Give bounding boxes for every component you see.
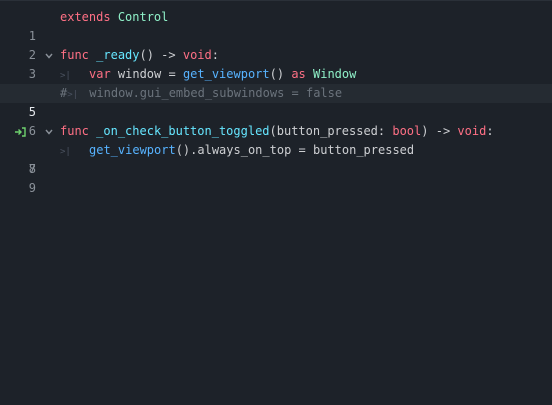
code-text[interactable]: #>| window.gui_embed_subwindows = false bbox=[60, 84, 342, 105]
identifier-token: window = bbox=[110, 67, 183, 81]
code-text[interactable]: extends Control bbox=[60, 8, 168, 27]
code-line[interactable]: 1 extends Control bbox=[0, 8, 552, 43]
keyword-token: func bbox=[60, 124, 89, 138]
keyword-token: as bbox=[284, 67, 313, 81]
colon-token: : bbox=[486, 124, 494, 138]
code-text[interactable]: >| var window = get_viewport() as Window bbox=[60, 65, 356, 86]
fold-arrow-icon[interactable] bbox=[44, 122, 54, 141]
paren-token: ) bbox=[421, 124, 429, 138]
code-line-current[interactable]: 5 #>| window.gui_embed_subwindows = false bbox=[0, 84, 552, 119]
code-line[interactable]: 7 func _on_check_button_toggled(button_p… bbox=[0, 122, 552, 176]
params-token: (button_pressed: bbox=[269, 124, 393, 138]
code-line[interactable]: 4 >|var window = get_viewport() as Windo… bbox=[0, 65, 552, 100]
code-line[interactable]: 2 bbox=[0, 27, 552, 62]
code-line[interactable]: 3 func _ready() -> void: bbox=[0, 46, 552, 81]
signal-connection-icon[interactable] bbox=[14, 122, 28, 141]
code-text[interactable]: func _on_check_button_toggled(button_pre… bbox=[60, 122, 494, 141]
return-type-token: void bbox=[457, 124, 487, 138]
colon-token: : bbox=[211, 48, 219, 62]
parens-token: () bbox=[139, 48, 154, 62]
code-text[interactable]: >| get_viewport().always_on_top = button_… bbox=[60, 141, 414, 162]
function-name-token: _on_check_button_toggled bbox=[96, 124, 270, 138]
code-text[interactable]: func _ready() -> void: bbox=[60, 46, 219, 65]
type-token: bool bbox=[392, 124, 422, 138]
arrow-token: -> bbox=[428, 124, 458, 138]
function-name-token: _ready bbox=[96, 48, 140, 62]
code-line[interactable]: 9 bbox=[0, 160, 552, 195]
function-call-token: get_viewport bbox=[89, 143, 176, 157]
function-call-token: get_viewport bbox=[182, 67, 270, 81]
class-token: Window bbox=[313, 67, 357, 81]
keyword-token: var bbox=[89, 67, 111, 81]
comment-hash-token: # bbox=[60, 86, 68, 100]
comment-token: window.gui_embed_subwindows = false bbox=[89, 86, 343, 100]
arrow-token: -> bbox=[153, 48, 183, 62]
expression-token: ().always_on_top = button_pressed bbox=[175, 143, 415, 157]
line-number: 9 bbox=[28, 181, 36, 195]
keyword-token: func bbox=[60, 48, 89, 62]
fold-arrow-icon[interactable] bbox=[44, 46, 54, 65]
code-editor[interactable]: 1 extends Control 2 3 func _ready() -> v… bbox=[0, 0, 552, 405]
keyword-token: extends bbox=[60, 10, 111, 24]
code-line[interactable]: 6 bbox=[0, 103, 552, 138]
return-type-token: void bbox=[182, 48, 212, 62]
parens-token: () bbox=[269, 67, 285, 81]
class-token: Control bbox=[117, 10, 169, 24]
code-line[interactable]: 8 >| get_viewport().always_on_top = butto… bbox=[0, 141, 552, 176]
